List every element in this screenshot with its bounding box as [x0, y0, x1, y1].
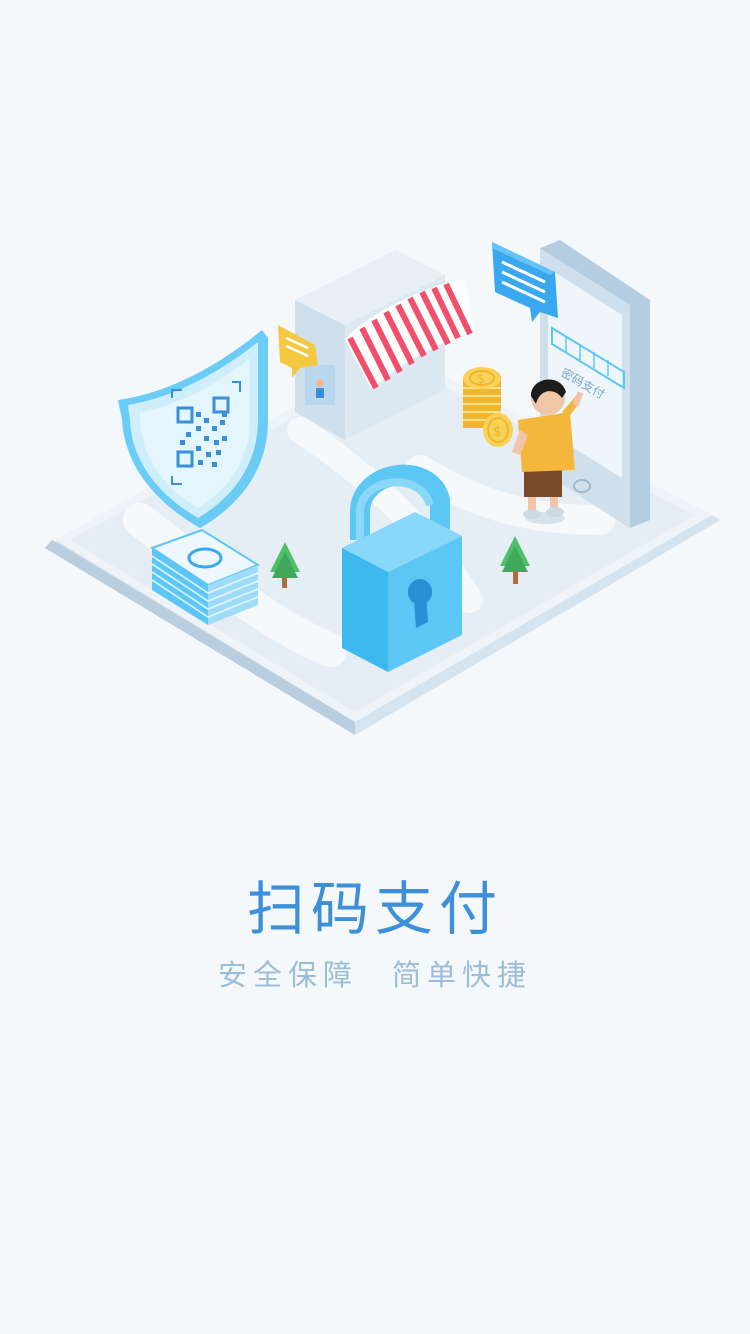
- page-title: 扫码支付: [246, 875, 503, 943]
- svg-text:$: $: [493, 424, 502, 440]
- page-subtitle: 安全保障 简单快捷: [0, 952, 750, 994]
- subtitle-security: 安全保障: [217, 958, 358, 992]
- subtitle-convenience: 简单快捷: [392, 958, 533, 992]
- payment-illustration: 密码支付 $ $: [0, 0, 750, 800]
- svg-text:$: $: [477, 372, 485, 386]
